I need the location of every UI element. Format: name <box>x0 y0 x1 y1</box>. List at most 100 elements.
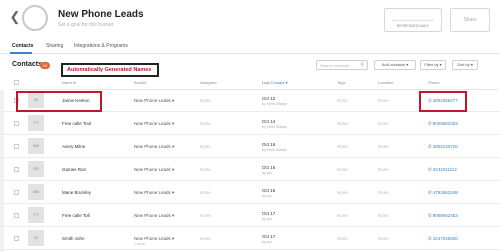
tab-sharing[interactable]: Sharing <box>46 43 63 49</box>
phone-number: 8008662453 <box>432 121 458 126</box>
column-header-bucket[interactable]: Bucket <box>134 80 146 88</box>
location-value: None <box>378 121 389 126</box>
refreshed-label: REFRESHED DAILY <box>396 24 430 28</box>
phone-link[interactable]: ✆4247045550 <box>428 236 458 242</box>
assigned-value[interactable]: None <box>200 213 211 218</box>
last-contact-by: by you <box>262 194 273 198</box>
contact-name[interactable]: Smith John <box>62 236 85 241</box>
row-checkbox[interactable] <box>14 167 19 172</box>
phone-number: 4242211112 <box>432 167 457 172</box>
tags-value[interactable]: None <box>337 190 348 195</box>
tags-value[interactable]: None <box>337 144 348 149</box>
last-contact-date: Oct 12 <box>262 96 276 101</box>
annotation-text: Automatically Generated Names <box>67 67 152 73</box>
tags-value[interactable]: None <box>337 213 348 218</box>
sort-by-button[interactable]: Sort by ▾ <box>452 60 478 70</box>
tab-integrations[interactable]: Integrations & Programs <box>74 43 128 49</box>
contact-name[interactable]: Marie Brumley <box>62 190 91 195</box>
count-badge: 10 <box>40 62 50 69</box>
bucket-more[interactable]: 1 more <box>134 242 145 246</box>
assigned-value[interactable]: None <box>200 236 211 241</box>
goal-subtitle[interactable]: Set a goal for this bucket <box>58 22 113 28</box>
page-header: ❮ New Phone Leads Set a goal for this bu… <box>0 0 500 40</box>
assigned-value[interactable]: None <box>200 190 211 195</box>
contact-name[interactable]: Free calle Tool <box>62 121 91 126</box>
last-contact-by: by you <box>262 240 273 244</box>
phone-link[interactable]: ✆8008662453 <box>428 121 458 127</box>
column-header-location[interactable]: Location <box>378 80 393 88</box>
contact-name[interactable]: Avery Milne <box>62 144 85 149</box>
tags-value[interactable]: None <box>337 236 348 241</box>
location-value: None <box>378 236 389 241</box>
refresh-graph <box>393 15 433 21</box>
search-placeholder: Search contacts... <box>320 63 353 68</box>
bucket-dropdown[interactable]: New Phone Leads ▾ <box>134 190 174 196</box>
contact-name[interactable]: Free calle Toll <box>62 213 90 218</box>
phone-link[interactable]: ✆4792562248 <box>428 190 458 196</box>
phone-link[interactable]: ✆4242211112 <box>428 167 457 173</box>
phone-link[interactable]: ✆4802130720 <box>428 144 458 150</box>
name-highlight-box <box>16 91 102 112</box>
search-icon: ⚲ <box>360 62 364 68</box>
tab-contacts[interactable]: Contacts <box>12 43 33 49</box>
bucket-dropdown[interactable]: New Phone Leads ▾ <box>134 144 174 150</box>
bucket-dropdown[interactable]: New Phone Leads ▾ <box>134 167 174 173</box>
table-row[interactable]: MB Marie Brumley New Phone Leads ▾ None … <box>0 181 500 204</box>
tags-value[interactable]: None <box>337 167 348 172</box>
avatar: GR <box>28 161 44 177</box>
annotation-callout: Automatically Generated Names <box>61 63 159 77</box>
phone-number: 4247045550 <box>432 236 458 241</box>
add-contacts-button[interactable]: Add contacts ▾ <box>374 60 416 70</box>
last-contact-by: by you <box>262 217 273 221</box>
last-contact-date: Oct 17 <box>262 211 276 216</box>
last-contact-date: Oct 16 <box>262 165 276 170</box>
bucket-dropdown[interactable]: New Phone Leads ▾ <box>134 98 174 104</box>
column-header-last-contact[interactable]: Last Contact ▾ <box>262 80 288 88</box>
assigned-value[interactable]: None <box>200 144 211 149</box>
last-contact-date: Oct 16 <box>262 142 276 147</box>
row-checkbox[interactable] <box>14 144 19 149</box>
table-row[interactable]: AM Avery Milne New Phone Leads ▾ None Oc… <box>0 135 500 158</box>
assigned-value[interactable]: None <box>200 167 211 172</box>
location-value: None <box>378 213 389 218</box>
select-all-checkbox[interactable] <box>14 80 19 85</box>
phone-icon: ✆ <box>428 236 432 241</box>
row-checkbox[interactable] <box>14 236 19 241</box>
table-row[interactable]: SJ Smith John New Phone Leads ▾ 1 more N… <box>0 227 500 250</box>
page-title: New Phone Leads <box>58 9 144 20</box>
table-row[interactable]: GR Games Riot New Phone Leads ▾ None Oct… <box>0 158 500 181</box>
column-header-assigned[interactable]: Assigned <box>200 80 216 88</box>
column-header-name[interactable]: Name ▾ <box>62 80 76 88</box>
filter-by-button[interactable]: Filter by ▾ <box>420 60 446 70</box>
search-input[interactable]: Search contacts... ⚲ <box>316 60 368 70</box>
avatar: FT <box>28 207 44 223</box>
share-button[interactable]: Share <box>450 8 490 32</box>
table-row[interactable]: FT Free calle Tool New Phone Leads ▾ Non… <box>0 112 500 135</box>
last-contact-date: Oct 17 <box>262 234 276 239</box>
refreshed-widget: REFRESHED DAILY <box>384 8 442 32</box>
column-header-phone[interactable]: Phone <box>428 80 440 88</box>
assigned-value[interactable]: None <box>200 121 211 126</box>
column-header-tags[interactable]: Tags <box>337 80 345 88</box>
phone-highlight-box <box>419 91 467 112</box>
row-checkbox[interactable] <box>14 121 19 126</box>
last-contact-by: by Keith Sharpe <box>262 125 287 129</box>
location-value: None <box>378 98 389 103</box>
row-checkbox[interactable] <box>14 190 19 195</box>
assigned-value[interactable]: None <box>200 98 211 103</box>
row-checkbox[interactable] <box>14 213 19 218</box>
bucket-dropdown[interactable]: New Phone Leads ▾ <box>134 213 174 219</box>
contact-name[interactable]: Games Riot <box>62 167 86 172</box>
tags-value[interactable]: None <box>337 121 348 126</box>
bucket-dropdown[interactable]: New Phone Leads ▾ <box>134 121 174 127</box>
last-contact-date: Oct 14 <box>262 119 276 124</box>
phone-icon: ✆ <box>428 167 432 172</box>
phone-link[interactable]: ✆8008662453 <box>428 213 458 219</box>
phone-icon: ✆ <box>428 144 432 149</box>
table-row[interactable]: FT Free calle Toll New Phone Leads ▾ Non… <box>0 204 500 227</box>
location-value: None <box>378 190 389 195</box>
last-contact-date: Oct 16 <box>262 188 276 193</box>
tags-value[interactable]: None <box>337 98 348 103</box>
avatar: AM <box>28 138 44 154</box>
last-contact-by: by Keith Sharpe <box>262 102 287 106</box>
